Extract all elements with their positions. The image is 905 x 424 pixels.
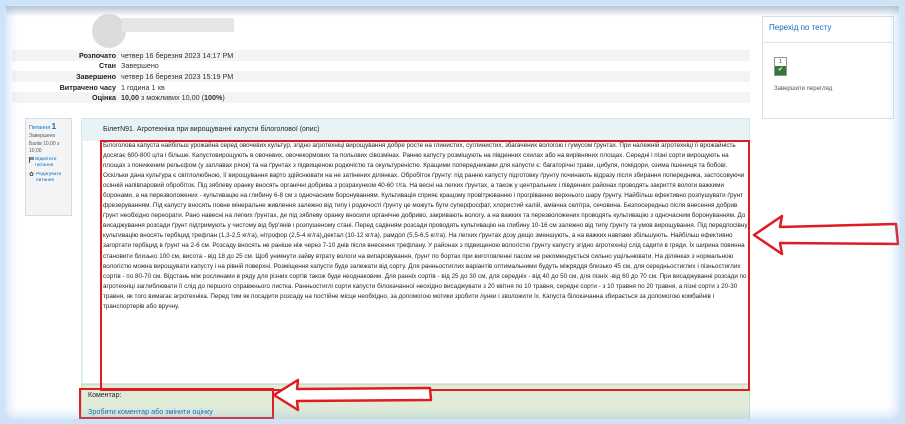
quiz-navigation-title: Перехід по тесту	[769, 23, 832, 32]
summary-label: Оцінка	[92, 93, 116, 103]
grade-close: )	[222, 93, 225, 103]
nav-divider	[763, 42, 893, 43]
user-avatar[interactable]	[92, 14, 126, 48]
question-number: Питання 1	[29, 122, 68, 131]
gear-icon: ✿	[29, 171, 35, 178]
comment-highlight-box	[79, 388, 274, 419]
question-number-value: 1	[51, 122, 57, 131]
comment-arrow-icon	[272, 378, 433, 412]
flag-icon	[29, 157, 35, 164]
summary-value: четвер 16 березня 2023 15:19 PM	[121, 71, 234, 81]
question-nav-number: 1	[779, 59, 782, 65]
grade-percent: 100%	[203, 93, 223, 103]
question-state: Завершено	[29, 133, 56, 139]
summary-value: 1 година 1 хв	[121, 82, 165, 92]
edit-question-link[interactable]: ✿ Редагувати питання	[29, 172, 68, 184]
summary-label: Стан	[98, 61, 116, 71]
quiz-navigation-panel: Перехід по тесту 1 ✔ Завершити перегляд	[762, 16, 894, 119]
summary-row-completed: Завершено четвер 16 березня 2023 15:19 P…	[12, 71, 750, 82]
question-mark: Балів 10,00 з 10,00	[29, 141, 60, 154]
summary-label: Витрачено часу	[59, 82, 116, 92]
question-title: БілетN91. Агротехніка при вирощуванні ка…	[103, 126, 320, 133]
attempt-summary-table: Розпочато четвер 16 березня 2023 14:17 P…	[12, 50, 750, 103]
summary-row-grade: Оцінка 10,00 з можливих 10,00 (100%)	[12, 92, 750, 103]
summary-label: Завершено	[76, 71, 116, 81]
summary-value: Завершено	[121, 61, 159, 71]
flag-question-link[interactable]: Відмітити питання	[29, 157, 68, 169]
question-nav-button[interactable]: 1 ✔	[774, 57, 787, 76]
edit-question-label: Редагувати питання	[36, 171, 62, 183]
grade-max: з можливих 10,00 (	[139, 93, 204, 103]
flag-question-label: Відмітити питання	[35, 157, 57, 169]
summary-label: Розпочато	[78, 50, 116, 60]
summary-row-time-taken: Витрачено часу 1 година 1 хв	[12, 82, 750, 93]
summary-row-started: Розпочато четвер 16 березня 2023 14:17 P…	[12, 50, 750, 61]
top-shadow	[6, 6, 899, 16]
user-name-redacted	[122, 18, 234, 32]
summary-row-state: Стан Завершено	[12, 61, 750, 72]
question-info: Питання 1 Завершено Балів 10,00 з 10,00 …	[25, 118, 72, 216]
summary-value: 10,00 з можливих 10,00 (100%)	[121, 93, 225, 102]
question-prefix: Питання	[29, 125, 51, 131]
finish-review-link[interactable]: Завершити перегляд	[774, 86, 832, 92]
answer-arrow-icon	[752, 214, 900, 256]
grade-value: 10,00	[121, 93, 139, 103]
answer-highlight-box	[100, 140, 750, 391]
check-icon: ✔	[775, 66, 786, 75]
summary-value: четвер 16 березня 2023 14:17 PM	[121, 50, 234, 60]
